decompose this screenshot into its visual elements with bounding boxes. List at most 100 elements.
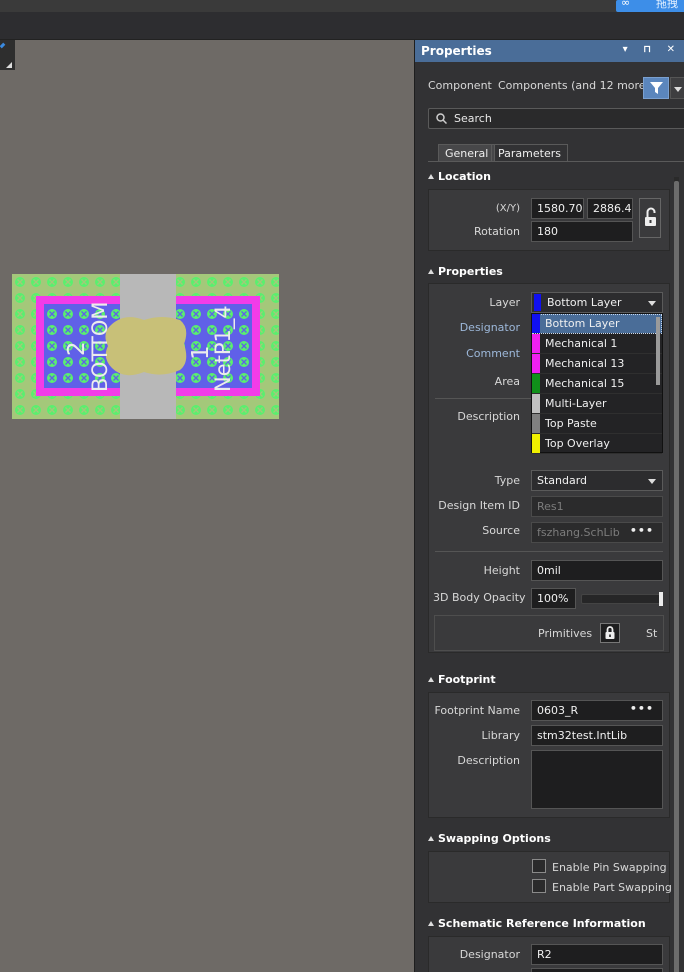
search-placeholder: Search xyxy=(454,112,492,125)
enable-pin-swapping-label: Enable Pin Swapping xyxy=(552,861,667,874)
more-icon[interactable]: ••• xyxy=(630,524,654,537)
type-select[interactable]: Standard xyxy=(531,470,663,491)
rotation-input[interactable]: 180 xyxy=(531,221,633,242)
source-label: Source xyxy=(482,524,520,537)
canvas-corner-tool[interactable] xyxy=(0,40,15,70)
collapse-icon xyxy=(428,836,434,841)
footprint-name-field[interactable]: 0603_R ••• xyxy=(531,700,663,721)
source-value: fszhang.SchLib xyxy=(537,526,620,539)
infinity-icon: ∞ xyxy=(621,0,631,9)
lock-icon xyxy=(605,626,615,639)
layer-select[interactable]: Bottom Layer xyxy=(531,292,663,313)
source-field[interactable]: fszhang.SchLib ••• xyxy=(531,522,663,543)
panel-window-controls[interactable]: ▾ ⊓ ✕ xyxy=(623,44,681,55)
pad-left-number: 2 xyxy=(64,341,90,356)
layer-option[interactable]: Mechanical 1 xyxy=(532,334,662,354)
primitives-trailing-text: St xyxy=(646,627,658,640)
panel-title: Properties xyxy=(421,44,492,58)
body-opacity-input[interactable]: 100% xyxy=(531,588,576,609)
resize-corner-icon xyxy=(6,62,12,68)
body-opacity-slider[interactable] xyxy=(581,592,663,606)
cloud-drag-button[interactable]: ∞ 拖拽 xyxy=(616,0,684,12)
unlock-icon xyxy=(645,207,656,226)
enable-pin-swapping-checkbox[interactable] xyxy=(532,859,546,873)
library-label: Library xyxy=(481,729,520,742)
layer-option[interactable]: Mechanical 15 xyxy=(532,374,662,394)
panel-scrollbar[interactable] xyxy=(674,177,679,972)
filter-dropdown-button[interactable] xyxy=(670,77,684,99)
layer-option[interactable]: Top Overlay xyxy=(532,434,662,454)
schematic-designator-label: Designator xyxy=(459,948,520,961)
enable-part-swapping-checkbox[interactable] xyxy=(532,879,546,893)
section-footprint-header[interactable]: Footprint xyxy=(428,673,496,686)
chevron-down-icon xyxy=(648,479,656,484)
type-select-value: Standard xyxy=(537,474,588,487)
properties-divider xyxy=(435,551,663,552)
layer-option[interactable]: Top Paste xyxy=(532,414,662,434)
properties-divider xyxy=(435,398,531,399)
layer-swatch xyxy=(532,314,540,333)
component-kind-label: Component xyxy=(428,79,492,92)
tab-underline xyxy=(428,161,684,162)
pcb-canvas[interactable]: BOTTOM 2 NetP1_4 1 xyxy=(0,40,414,972)
section-swapping-header[interactable]: Swapping Options xyxy=(428,832,551,845)
location-lock-button[interactable] xyxy=(639,198,661,238)
height-input[interactable]: 0mil xyxy=(531,560,663,581)
cloud-drag-label: 拖拽 xyxy=(656,0,678,10)
layer-select-value: Bottom Layer xyxy=(547,296,622,309)
schematic-designator-field[interactable]: R2 xyxy=(531,944,663,965)
filter-icon xyxy=(650,82,663,94)
footprint-description-field[interactable] xyxy=(531,750,663,809)
library-field[interactable]: stm32test.IntLib xyxy=(531,725,663,746)
tool-mark-icon xyxy=(0,42,6,49)
section-schematic-header[interactable]: Schematic Reference Information xyxy=(428,917,646,930)
layer-color-swatch xyxy=(534,294,541,311)
height-label: Height xyxy=(483,564,520,577)
component-body xyxy=(105,317,187,376)
layer-dropdown-list[interactable]: Bottom Layer Mechanical 1 Mechanical 13 … xyxy=(531,313,663,454)
area-label: Area xyxy=(494,375,520,388)
pad-right-number: 1 xyxy=(188,345,214,360)
layer-list-scrollbar[interactable] xyxy=(656,317,660,385)
properties-panel: Properties ▾ ⊓ ✕ Component Components (a… xyxy=(414,40,684,972)
collapse-icon xyxy=(428,677,434,682)
type-label: Type xyxy=(494,474,520,487)
layer-option[interactable]: Bottom Layer xyxy=(532,314,662,334)
chevron-down-icon xyxy=(674,87,682,92)
filter-button[interactable] xyxy=(643,77,669,99)
search-input[interactable]: Search xyxy=(428,108,684,129)
layer-option[interactable]: Multi-Layer xyxy=(532,394,662,414)
collapse-icon xyxy=(428,269,434,274)
layer-swatch xyxy=(532,334,540,353)
more-icon[interactable]: ••• xyxy=(630,702,654,715)
swapping-section xyxy=(428,851,670,903)
panel-scrollbar-thumb[interactable] xyxy=(674,181,679,972)
footprint-name-value: 0603_R xyxy=(537,704,579,717)
section-location-header[interactable]: Location xyxy=(428,170,491,183)
title-bar xyxy=(0,0,684,12)
component-footprint[interactable]: BOTTOM 2 NetP1_4 1 xyxy=(12,274,279,419)
layer-swatch xyxy=(532,394,540,413)
comment-label: Comment xyxy=(466,347,520,360)
layer-swatch xyxy=(532,374,540,393)
layer-swatch xyxy=(532,354,540,373)
rotation-label: Rotation xyxy=(473,225,520,238)
body-opacity-label: 3D Body Opacity xyxy=(433,591,526,604)
pad-left-label: BOTTOM xyxy=(88,301,112,392)
design-item-id-label: Design Item ID xyxy=(438,499,520,512)
toolbar xyxy=(0,12,684,40)
tab-general[interactable]: General xyxy=(438,144,496,162)
panel-title-bar: Properties ▾ ⊓ ✕ xyxy=(415,40,684,62)
primitives-lock-button[interactable] xyxy=(600,623,620,643)
layer-swatch xyxy=(532,434,540,453)
schematic-next-field[interactable] xyxy=(531,968,663,972)
layer-option[interactable]: Mechanical 13 xyxy=(532,354,662,374)
enable-part-swapping-label: Enable Part Swapping xyxy=(552,881,672,894)
footprint-description-label: Description xyxy=(457,754,520,767)
designator-label: Designator xyxy=(459,321,520,334)
slider-handle[interactable] xyxy=(659,592,663,606)
y-input[interactable]: 2886.47 xyxy=(587,198,633,219)
section-properties-header[interactable]: Properties xyxy=(428,265,503,278)
x-input[interactable]: 1580.709 xyxy=(531,198,584,219)
tab-parameters[interactable]: Parameters xyxy=(491,144,568,162)
